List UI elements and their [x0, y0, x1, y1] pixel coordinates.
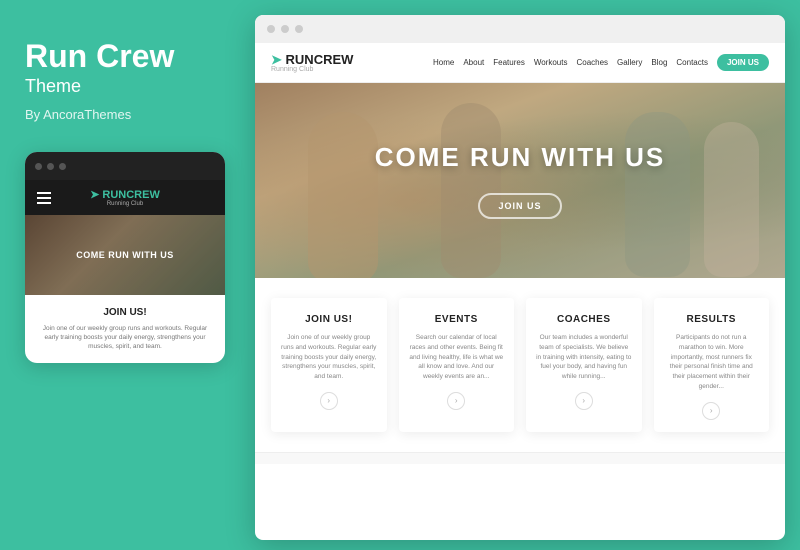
mobile-logo: ➤ RUNCREW Running Club — [90, 188, 160, 207]
nav-link-features[interactable]: Features — [493, 58, 525, 67]
browser-top-bar — [255, 15, 785, 43]
browser-dot-1 — [267, 25, 275, 33]
mobile-dot-1 — [35, 163, 42, 170]
browser-dot-2 — [281, 25, 289, 33]
brand-subtitle: Theme — [25, 76, 81, 97]
logo-arrow-icon: ➤ — [271, 52, 282, 67]
feature-card-icon-events[interactable]: › — [447, 392, 465, 410]
feature-card-text-events: Search our calendar of local races and o… — [409, 333, 505, 382]
nav-link-about[interactable]: About — [463, 58, 484, 67]
feature-card-title-coaches: COACHES — [536, 314, 632, 325]
nav-link-coaches[interactable]: Coaches — [576, 58, 608, 67]
nav-join-button[interactable]: JOIN US — [717, 54, 769, 71]
feature-card-title-results: RESULTS — [664, 314, 760, 325]
mobile-logo-text: ➤ RUNCREW — [90, 188, 160, 201]
mobile-logo-sub: Running Club — [90, 201, 160, 207]
feature-card-text-coaches: Our team includes a wonderful team of sp… — [536, 333, 632, 382]
hero-join-button[interactable]: JOIN US — [478, 193, 561, 219]
site-logo-sub: Running Club — [271, 66, 353, 73]
mobile-dot-2 — [47, 163, 54, 170]
nav-link-blog[interactable]: Blog — [651, 58, 667, 67]
nav-link-contacts[interactable]: Contacts — [676, 58, 708, 67]
feature-card-text-joinus: Join one of our weekly group runs and wo… — [281, 333, 377, 382]
browser-bottom-bar — [255, 452, 785, 464]
hero-content: COME RUN WITH US JOIN US — [375, 142, 666, 219]
mobile-hero: COME RUN WITH US — [25, 215, 225, 295]
feature-card-text-results: Participants do not run a marathon to wi… — [664, 333, 760, 392]
nav-link-home[interactable]: Home — [433, 58, 454, 67]
feature-card-title-events: EVENTS — [409, 314, 505, 325]
feature-card-title-joinus: JOIN US! — [281, 314, 377, 325]
mobile-section-title: JOIN US! — [37, 307, 213, 318]
site-logo-wrapper: ➤ RUNCREW Running Club — [271, 53, 353, 73]
hero-title: COME RUN WITH US — [375, 142, 666, 173]
mobile-top-bar — [25, 152, 225, 180]
feature-card-joinus: JOIN US! Join one of our weekly group ru… — [271, 298, 387, 432]
site-nav: ➤ RUNCREW Running Club Home About Featur… — [255, 43, 785, 83]
feature-card-icon-coaches[interactable]: › — [575, 392, 593, 410]
feature-card-results: RESULTS Participants do not run a marath… — [654, 298, 770, 432]
features-section: JOIN US! Join one of our weekly group ru… — [255, 278, 785, 452]
nav-links: Home About Features Workouts Coaches Gal… — [433, 54, 769, 71]
mobile-preview-card: ➤ RUNCREW Running Club COME RUN WITH US … — [25, 152, 225, 363]
browser-window: ➤ RUNCREW Running Club Home About Featur… — [255, 15, 785, 540]
browser-dot-3 — [295, 25, 303, 33]
site-hero: COME RUN WITH US JOIN US — [255, 83, 785, 278]
brand-title: Run Crew — [25, 40, 174, 72]
mobile-section-text: Join one of our weekly group runs and wo… — [37, 324, 213, 351]
site-logo: ➤ RUNCREW — [271, 53, 353, 66]
mobile-nav: ➤ RUNCREW Running Club — [25, 180, 225, 215]
by-line: By AncoraThemes — [25, 107, 131, 122]
nav-link-workouts[interactable]: Workouts — [534, 58, 568, 67]
feature-card-icon-results[interactable]: › — [702, 402, 720, 420]
feature-card-coaches: COACHES Our team includes a wonderful te… — [526, 298, 642, 432]
feature-card-icon-joinus[interactable]: › — [320, 392, 338, 410]
mobile-dot-3 — [59, 163, 66, 170]
mobile-logo-arrow: ➤ — [90, 189, 99, 201]
mobile-hero-title: COME RUN WITH US — [76, 250, 174, 260]
feature-card-events: EVENTS Search our calendar of local race… — [399, 298, 515, 432]
hamburger-icon — [37, 192, 51, 204]
left-panel: Run Crew Theme By AncoraThemes ➤ RUNCREW… — [0, 0, 245, 550]
mobile-content: JOIN US! Join one of our weekly group ru… — [25, 295, 225, 363]
nav-link-gallery[interactable]: Gallery — [617, 58, 642, 67]
